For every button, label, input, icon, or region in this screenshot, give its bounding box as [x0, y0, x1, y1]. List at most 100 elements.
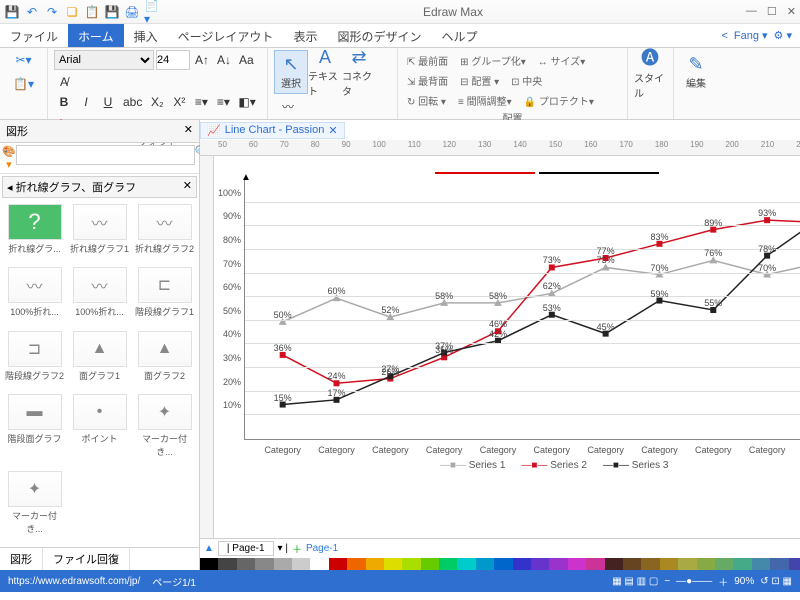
tool-選択[interactable]: ↖選択 [274, 50, 308, 94]
copy-icon[interactable]: ❏ [64, 4, 80, 20]
tab-1[interactable]: ホーム [68, 24, 124, 47]
font-size-input[interactable] [156, 50, 190, 70]
arrange-item[interactable]: ≡ 間隔調整▾ [455, 90, 515, 110]
edit-button[interactable]: ✎編集 [680, 50, 712, 94]
page-tabs: ▲ | Page-1 ▾ | ＋ Page-1 りっぷ [200, 538, 800, 558]
shape-item[interactable]: 〰100%折れ... [69, 267, 130, 326]
superscript-button[interactable]: X² [169, 92, 189, 112]
chart-title-selection[interactable] [435, 172, 659, 174]
minimize-button[interactable]: — [746, 5, 757, 18]
arrange-item[interactable]: ↔ サイズ▾ [535, 50, 589, 70]
shapes-panel: 図形✕ 🎨▾ 🔍 ◂ 折れ線グラフ、面グラフ✕ ?折れ線グラ...〰折れ線グラフ… [0, 120, 200, 570]
close-icon[interactable]: ✕ [183, 179, 192, 195]
font-name-select[interactable]: Arial [54, 50, 154, 70]
zoom-value: 90% [734, 576, 754, 587]
tab-close-icon[interactable]: ✕ [328, 124, 337, 137]
chart-legend: —■— Series 1—■— Series 2—■— Series 3 [244, 460, 800, 471]
panel-close-icon[interactable]: ✕ [184, 123, 193, 139]
shape-item[interactable]: ▲面グラフ1 [69, 331, 130, 390]
clipboard-icon[interactable]: 📋▾ [10, 74, 37, 94]
bottom-tab-shapes[interactable]: 図形 [0, 548, 43, 570]
underline-button[interactable]: U [98, 92, 118, 112]
nav-up-icon[interactable]: ▲ [204, 543, 214, 554]
shape-item[interactable]: 〰折れ線グラフ2 [134, 204, 195, 263]
arrange-item[interactable]: ⇱ 最前面 [404, 50, 451, 70]
tool-コネクタ[interactable]: ⇄コネクタ [342, 50, 376, 94]
tab-5[interactable]: 図形のデザイン [327, 24, 431, 47]
status-bar: https://www.edrawsoft.com/jp/ ページ1/1 ▦ ▤… [0, 570, 800, 592]
bullets-button[interactable]: ≡▾ [191, 92, 211, 112]
shape-item[interactable]: ▬階段面グラフ [4, 394, 65, 466]
italic-button[interactable]: I [76, 92, 96, 112]
subscript-button[interactable]: X₂ [147, 92, 167, 112]
undo-icon[interactable]: ↶ [24, 4, 40, 20]
app-title: Edraw Max [160, 5, 746, 19]
shape-item[interactable]: ?折れ線グラ... [4, 204, 65, 263]
redo-icon[interactable]: ↷ [44, 4, 60, 20]
shape-item[interactable]: ✦マーカー付き... [4, 471, 65, 543]
arrange-item[interactable]: ⊟ 配置 ▾ [457, 70, 502, 90]
status-url[interactable]: https://www.edrawsoft.com/jp/ [8, 576, 140, 587]
tab-4[interactable]: 表示 [283, 24, 327, 47]
arrange-item[interactable]: ⊞ グループ化▾ [457, 50, 529, 70]
zoom-slider[interactable]: —●—— [676, 576, 712, 587]
font-shrink-icon[interactable]: A↓ [214, 50, 234, 70]
tab-0[interactable]: ファイル [0, 24, 68, 47]
bottom-tab-recover[interactable]: ファイル回復 [43, 548, 130, 570]
save-icon[interactable]: 💾 [4, 4, 20, 20]
document-tab[interactable]: 📈 Line Chart - Passion ✕ [200, 122, 345, 139]
panel-title: 図形 [6, 123, 28, 139]
font-grow-icon[interactable]: A↑ [192, 50, 212, 70]
format-painter-icon[interactable]: ✂▾ [12, 50, 34, 70]
shape-search-input[interactable] [16, 145, 195, 165]
quick-access-toolbar: 💾 ↶ ↷ ❏ 📋 💾 🖨 📄▾ [4, 4, 160, 20]
numbering-button[interactable]: ≡▾ [213, 92, 233, 112]
tool-テキスト[interactable]: Aテキスト [308, 50, 342, 94]
sub-tool[interactable]: 〰 [278, 96, 298, 116]
shape-item[interactable]: ⊏階段線グラフ1 [134, 267, 195, 326]
status-page: ページ1/1 [152, 574, 196, 589]
arrange-item[interactable]: ↻ 回転 ▾ [404, 90, 449, 110]
shape-item[interactable]: 〰100%折れ... [4, 267, 65, 326]
bold-button[interactable]: B [54, 92, 74, 112]
ruler-horizontal: 5060708090100110120130140150160170180190… [200, 140, 800, 156]
close-button[interactable]: ✕ [787, 5, 796, 18]
maximize-button[interactable]: ☐ [767, 5, 777, 18]
arrange-item[interactable]: ⇲ 最背面 [404, 70, 451, 90]
add-page-icon[interactable]: ＋ [292, 541, 302, 556]
clear-format-icon[interactable]: A̸ [54, 72, 74, 92]
page-tab-b[interactable]: Page-1 [306, 543, 338, 554]
print-icon[interactable]: 🖨 [124, 4, 140, 20]
highlight-button[interactable]: ◧▾ [235, 92, 258, 112]
paste-icon[interactable]: 📋 [84, 4, 100, 20]
share-icon[interactable]: < [721, 30, 727, 42]
case-icon[interactable]: Aa [236, 50, 257, 70]
zoom-in-icon[interactable]: ＋ [718, 574, 728, 589]
shape-item[interactable]: ⊐階段線グラフ2 [4, 331, 65, 390]
export-icon[interactable]: 📄▾ [144, 4, 160, 20]
style-button[interactable]: 🅐スタイル [634, 50, 666, 94]
shape-item[interactable]: ✦マーカー付き... [134, 394, 195, 466]
arrange-item[interactable]: 🔒 プロテクト▾ [521, 90, 597, 110]
category-header[interactable]: ◂ 折れ線グラフ、面グラフ✕ [2, 176, 197, 198]
user-menu[interactable]: Fang ▾ [734, 29, 768, 42]
color-swatches[interactable] [200, 558, 800, 570]
save2-icon[interactable]: 💾 [104, 4, 120, 20]
extra-icons[interactable]: ↺ ⊡ ▦ [760, 576, 792, 587]
tab-6[interactable]: ヘルプ [431, 24, 487, 47]
tab-2[interactable]: 挿入 [124, 24, 168, 47]
page-tab-a[interactable]: | Page-1 [218, 541, 274, 556]
shape-item[interactable]: ▲面グラフ2 [134, 331, 195, 390]
chart-canvas[interactable]: ▲▶ 10%20%30%40%50%60%70%80%90%100%Catego… [214, 156, 800, 538]
view-icons[interactable]: ▦ ▤ ▥ ▢ [612, 576, 658, 587]
ribbon: ✂▾ 📋▾ Arial A↑ A↓ Aa A̸ B I U abc X₂ X² … [0, 48, 800, 120]
shape-item[interactable]: •ポイント [69, 394, 130, 466]
ribbon-tabs: ファイルホーム挿入ページレイアウト表示図形のデザインヘルプ < Fang ▾ ⚙… [0, 24, 800, 48]
tab-3[interactable]: ページレイアウト [168, 24, 284, 47]
palette-icon[interactable]: 🎨▾ [2, 145, 16, 171]
shape-item[interactable]: 〰折れ線グラフ1 [69, 204, 130, 263]
strike-button[interactable]: abc [120, 92, 145, 112]
settings-menu[interactable]: ⚙ ▾ [774, 29, 792, 42]
zoom-out-icon[interactable]: − [664, 576, 670, 587]
arrange-item[interactable]: ⊡ 中央 [508, 70, 545, 90]
